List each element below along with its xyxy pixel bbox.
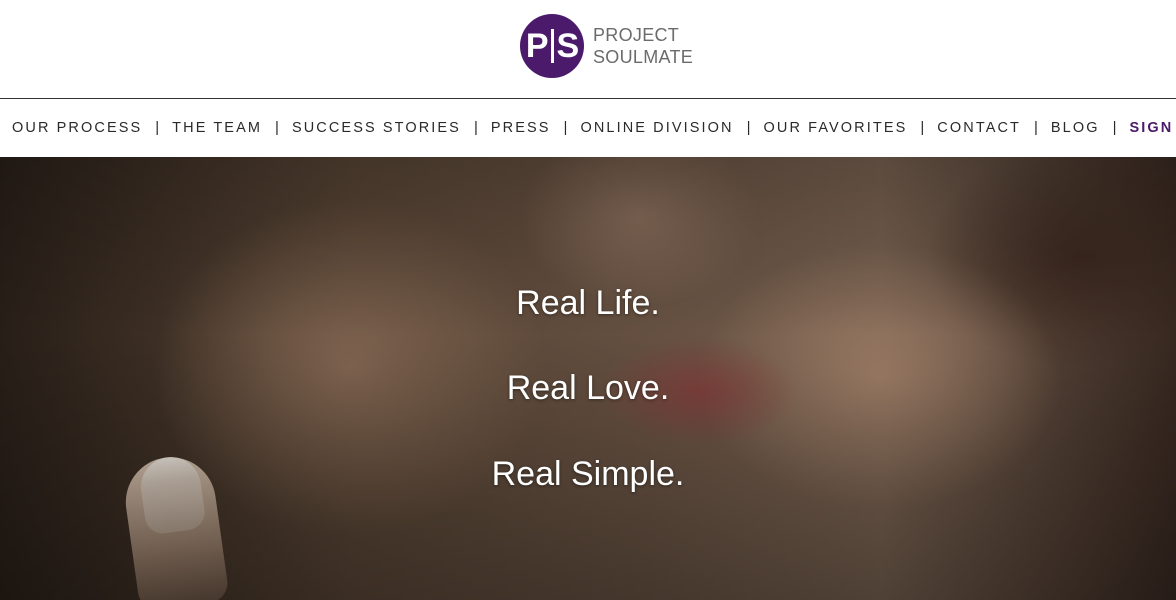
nav-item-success-stories[interactable]: SUCCESS STORIES <box>292 120 461 136</box>
nav-item-blog[interactable]: BLOG <box>1051 120 1100 136</box>
nav-separator: | <box>563 119 568 136</box>
logo-name-line2: SOULMATE <box>593 47 694 67</box>
site-logo[interactable]: P S PROJECT SOULMATE <box>520 14 693 78</box>
logo-divider <box>550 29 554 63</box>
logo-name-line1: PROJECT <box>593 25 680 45</box>
logo-wordmark: PROJECT SOULMATE <box>593 24 693 68</box>
logo-letter-p: P <box>525 26 549 65</box>
nav-separator: | <box>1034 119 1038 136</box>
main-nav: OUR PROCESS | THE TEAM | SUCCESS STORIES… <box>0 99 1176 157</box>
nav-separator: | <box>746 119 751 136</box>
hero-tagline-line2: Real Love. <box>506 369 670 407</box>
nav-item-press[interactable]: PRESS <box>491 120 551 136</box>
nav-item-our-favorites[interactable]: OUR FAVORITES <box>764 120 908 136</box>
nav-item-online-division[interactable]: ONLINE DIVISION <box>580 120 733 136</box>
nav-separator: | <box>920 119 925 136</box>
logo-letter-s: S <box>556 26 580 65</box>
nav-item-contact[interactable]: CONTACT <box>937 120 1021 136</box>
nav-item-sign-in[interactable]: SIGN <box>1130 120 1174 136</box>
nav-item-the-team[interactable]: THE TEAM <box>172 120 262 136</box>
hero-banner: Real Life. Real Love. Real Simple. <box>0 157 1176 600</box>
hero-tagline-line1: Real Life. <box>516 284 660 322</box>
logo-mark: P S <box>520 14 584 78</box>
nav-item-our-process[interactable]: OUR PROCESS <box>12 120 142 136</box>
nav-separator: | <box>155 119 160 136</box>
hero-tagline-line3: Real Simple. <box>491 455 685 493</box>
site-header: P S PROJECT SOULMATE <box>0 0 1176 99</box>
nav-separator: | <box>1112 119 1117 136</box>
nav-separator: | <box>275 119 279 136</box>
nav-separator: | <box>473 119 478 136</box>
